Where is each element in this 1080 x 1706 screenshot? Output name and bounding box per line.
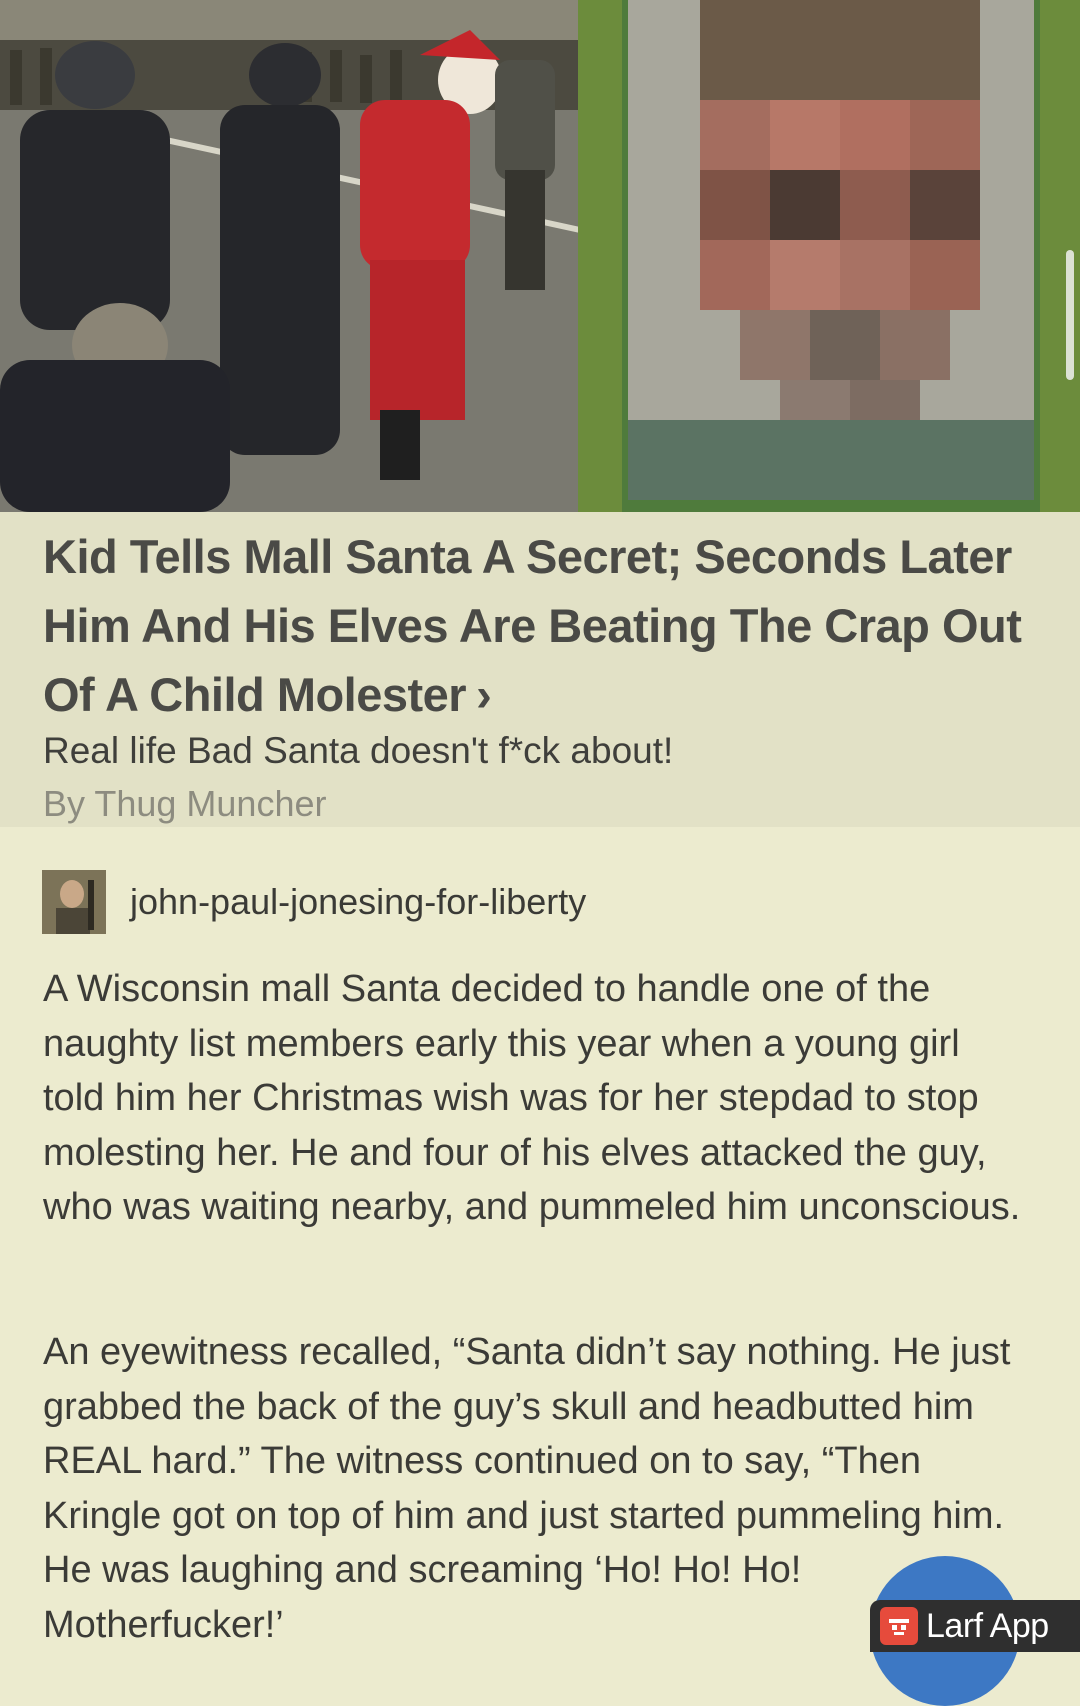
chevron-right-icon[interactable]: › — [476, 668, 492, 721]
article-headline[interactable]: Kid Tells Mall Santa A Secret; Seconds L… — [43, 522, 1043, 729]
avatar-image — [42, 870, 106, 934]
article-subtitle: Real life Bad Santa doesn't f*ck about! — [43, 730, 674, 771]
image-scroll-handle — [1066, 250, 1074, 380]
post-username[interactable]: john-paul-jonesing-for-liberty — [130, 881, 586, 923]
watermark-label: Larf App — [926, 1606, 1049, 1645]
post-paragraph: A Wisconsin mall Santa decided to handle… — [43, 968, 1021, 1228]
larf-app-watermark: Larf App — [870, 1600, 1080, 1652]
larf-app-icon — [880, 1607, 918, 1645]
hero-photo — [0, 0, 1080, 512]
article-hero-image[interactable] — [0, 0, 1080, 512]
article-byline: By Thug Muncher — [43, 783, 327, 824]
post-header: john-paul-jonesing-for-liberty — [42, 870, 586, 934]
article-headline-text[interactable]: Kid Tells Mall Santa A Secret; Seconds L… — [43, 530, 1022, 721]
avatar[interactable] — [42, 870, 106, 934]
